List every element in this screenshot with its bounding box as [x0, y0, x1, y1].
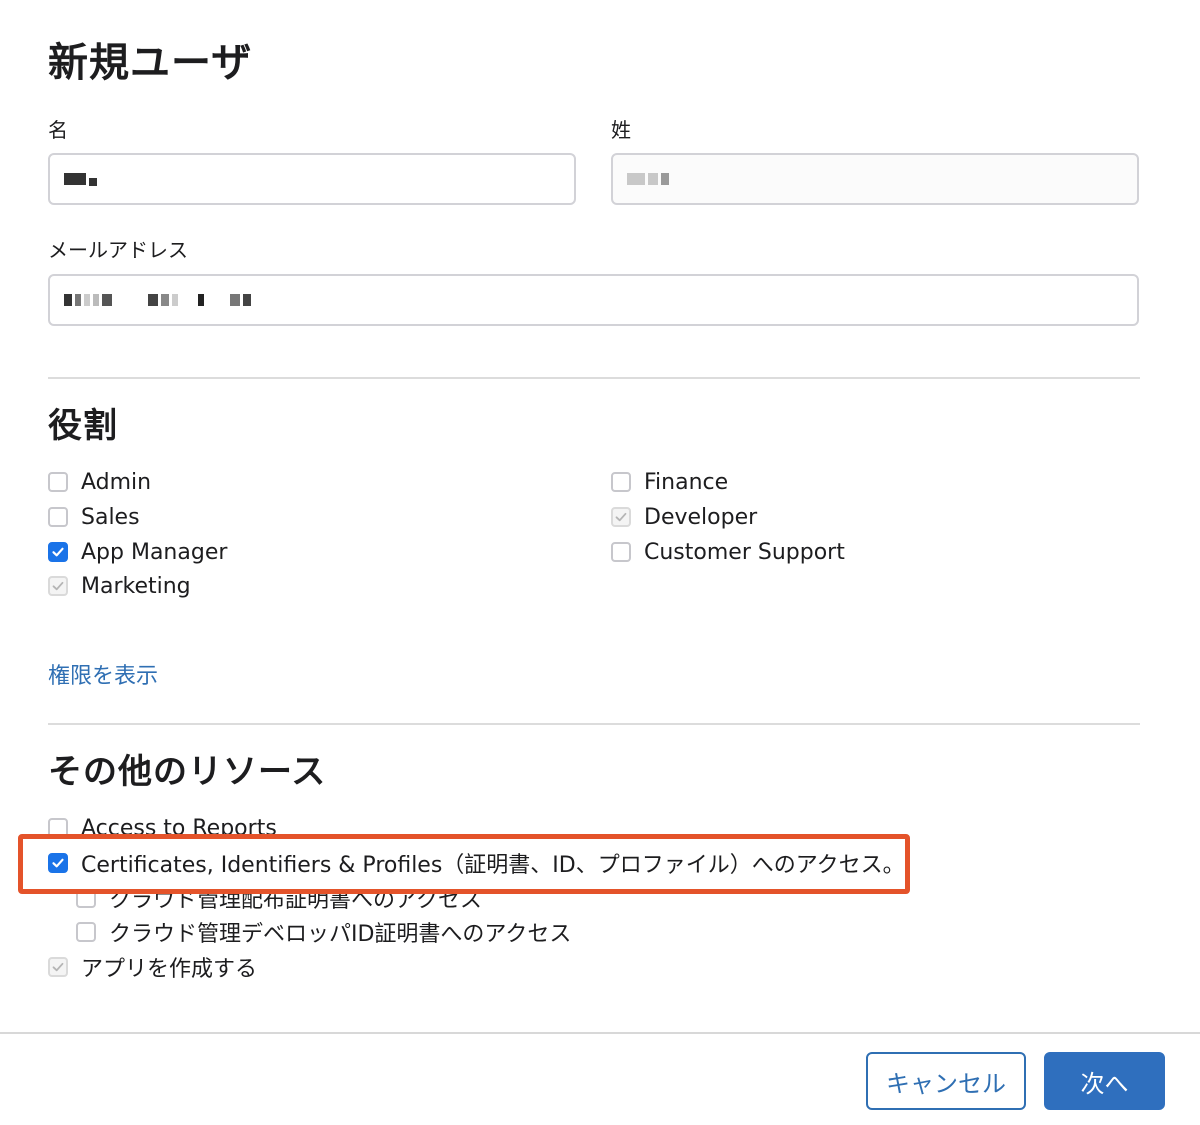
resource-certificates-identifiers-profiles[interactable]: Certificates, Identifiers & Profiles（証明書…	[48, 848, 905, 878]
disabled-check-icon	[48, 957, 68, 977]
checkbox-icon[interactable]	[611, 472, 631, 492]
resource-cloud-developer-id-cert[interactable]: クラウド管理デベロッパID証明書へのアクセス	[76, 917, 571, 947]
role-customer-support[interactable]: Customer Support	[611, 537, 845, 567]
last-name-label: 姓	[611, 118, 631, 142]
footer-divider	[0, 1032, 1200, 1034]
checkbox-icon[interactable]	[611, 542, 631, 562]
role-sales[interactable]: Sales	[48, 502, 140, 532]
redacted-value	[64, 173, 97, 186]
checkbox-icon[interactable]	[48, 507, 68, 527]
next-button[interactable]: 次へ	[1044, 1052, 1165, 1110]
role-admin[interactable]: Admin	[48, 467, 151, 497]
redacted-value	[627, 173, 669, 185]
redacted-value	[64, 294, 251, 306]
other-resources-heading: その他のリソース	[48, 752, 327, 792]
first-name-input[interactable]	[48, 153, 576, 205]
role-developer: Developer	[611, 502, 757, 532]
page-title: 新規ユーザ	[48, 40, 253, 86]
last-name-input[interactable]	[611, 153, 1139, 205]
view-permissions-link[interactable]: 権限を表示	[48, 658, 158, 690]
cancel-button[interactable]: キャンセル	[866, 1052, 1026, 1110]
role-marketing: Marketing	[48, 571, 191, 601]
section-divider	[48, 723, 1140, 725]
checked-checkbox-icon[interactable]	[48, 542, 68, 562]
roles-heading: 役割	[48, 406, 118, 446]
first-name-label: 名	[48, 118, 68, 142]
disabled-check-icon	[48, 576, 68, 596]
checkbox-icon[interactable]	[76, 922, 96, 942]
role-finance[interactable]: Finance	[611, 467, 728, 497]
email-input[interactable]	[48, 274, 1139, 326]
role-app-manager[interactable]: App Manager	[48, 537, 227, 567]
checked-checkbox-icon[interactable]	[48, 853, 68, 873]
resource-create-apps: アプリを作成する	[48, 952, 257, 982]
email-label: メールアドレス	[48, 238, 188, 262]
disabled-check-icon	[611, 507, 631, 527]
checkbox-icon[interactable]	[48, 472, 68, 492]
section-divider	[48, 377, 1140, 379]
